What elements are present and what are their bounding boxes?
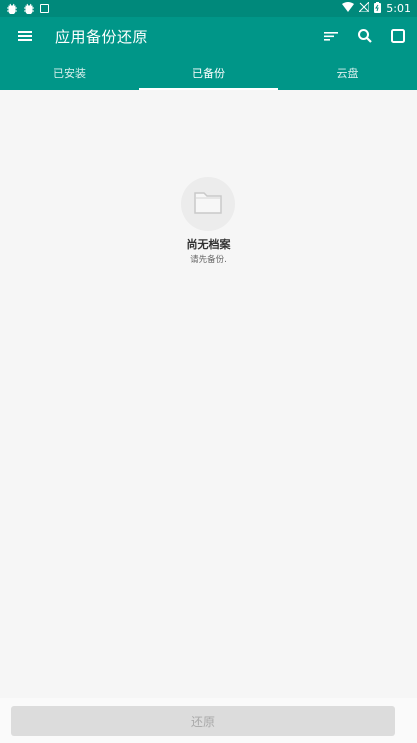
clock: 5:01 <box>386 2 411 15</box>
empty-state-title: 尚无档案 <box>186 238 231 251</box>
empty-state-subtitle: 请先备份. <box>190 255 227 265</box>
search-icon[interactable] <box>355 26 375 46</box>
select-all-icon[interactable] <box>388 26 408 46</box>
restore-button[interactable]: 还原 <box>11 706 395 736</box>
backup-list-area: 尚无档案 请先备份. <box>0 90 417 698</box>
menu-icon[interactable] <box>15 26 35 46</box>
tab-installed[interactable]: 已安装 <box>0 55 139 90</box>
page-title: 应用备份还原 <box>55 28 149 46</box>
bug-icon <box>23 2 35 16</box>
empty-state-badge <box>181 177 235 231</box>
tab-cloud[interactable]: 云盘 <box>278 55 417 90</box>
wifi-icon <box>342 2 355 15</box>
folder-icon <box>193 189 223 219</box>
bug-icon <box>6 2 18 16</box>
status-bar: 5:01 <box>0 0 417 17</box>
app-toolbar: 应用备份还原 <box>0 17 417 55</box>
sort-icon[interactable] <box>321 26 341 46</box>
notification-icon <box>40 4 49 13</box>
tab-bar: 已安装 已备份 云盘 <box>0 55 417 90</box>
no-signal-icon <box>358 0 370 15</box>
battery-charging-icon <box>374 1 382 16</box>
bottom-bar: 还原 <box>0 698 417 743</box>
tab-backed-up[interactable]: 已备份 <box>139 55 278 90</box>
